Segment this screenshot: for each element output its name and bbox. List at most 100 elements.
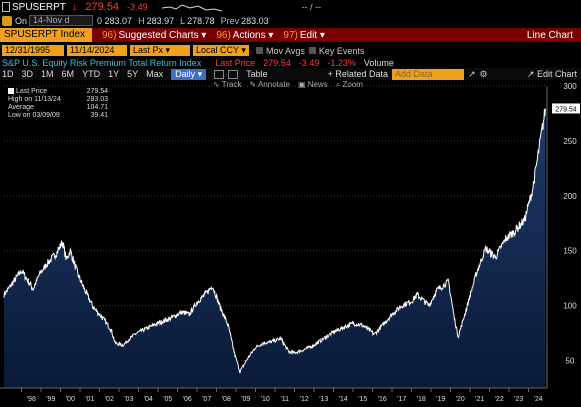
y-tick-label: 150 (563, 247, 577, 256)
period-3d[interactable]: 3D (22, 69, 34, 79)
line-style-icon[interactable] (214, 69, 225, 79)
field-select[interactable]: Last Px ▾ (130, 45, 190, 56)
price-chart[interactable]: 50100150200250300 '98'99'00'01'02'03'04 '… (0, 80, 581, 407)
currency-select[interactable]: Local CCY ▾ (193, 45, 249, 56)
edit-button[interactable]: 97) Edit ▾ (283, 30, 325, 41)
y-tick-label: 50 (566, 357, 575, 366)
on-label: On (15, 15, 28, 26)
mov-avgs-label: Mov Avgs (266, 45, 305, 56)
x-tick-label: '11 (280, 396, 289, 403)
legend-last-value: 279.54 (86, 88, 108, 95)
legend-last-label: Last Price (16, 88, 48, 95)
x-tick-label: '00 (66, 396, 75, 403)
frequency-select[interactable]: Daily ▾ (171, 68, 207, 80)
start-date-field[interactable]: 12/31/1995 (2, 45, 64, 56)
prev-value: 283.03 (241, 15, 269, 26)
end-date-field[interactable]: 11/14/2024 (67, 45, 127, 56)
volume-label[interactable]: Volume (364, 58, 394, 68)
low-value: 278.78 (187, 15, 215, 26)
news-tool[interactable]: ▣ News (298, 80, 328, 90)
legend-high-value: 283.03 (86, 96, 108, 103)
x-tick-label: '99 (46, 396, 55, 403)
period-1y[interactable]: 1Y (108, 69, 119, 79)
security-field[interactable]: SPUSERPT Index (0, 28, 92, 42)
bloomberg-icon (2, 15, 12, 26)
actions-button[interactable]: 96) Actions ▾ (216, 30, 273, 41)
x-tick-label: '06 (183, 396, 192, 403)
x-tick-label: '05 (163, 396, 172, 403)
y-tick-label: 200 (563, 192, 577, 201)
period-toolbar: 1D 3D 1M 6M YTD 1Y 5Y Max Daily ▾ Table … (0, 68, 581, 80)
pointer-icon[interactable]: ↗ (468, 69, 476, 80)
bar-style-icon[interactable] (228, 69, 239, 79)
table-button[interactable]: Table (246, 69, 268, 79)
suggested-charts-button[interactable]: 96) Suggested Charts ▾ (102, 30, 206, 41)
series-pct-change: -1.23% (327, 58, 356, 68)
function-bar: SPUSERPT Index 96) Suggested Charts ▾ 96)… (0, 28, 581, 42)
track-tool[interactable]: ∿ Track (213, 80, 241, 90)
period-max[interactable]: Max (146, 69, 163, 79)
legend-low-label: Low on 03/09/09 (8, 112, 60, 119)
period-ytd[interactable]: YTD (82, 69, 100, 79)
last-price: 279.54 (85, 1, 120, 13)
related-data-button[interactable]: + Related Data (328, 69, 388, 79)
x-tick-label: '20 (456, 396, 465, 403)
x-tick-label: '16 (378, 396, 387, 403)
x-tick-label: '13 (319, 396, 328, 403)
range-row: 12/31/1995 11/14/2024 Last Px ▾ Local CC… (0, 44, 581, 57)
period-1m[interactable]: 1M (41, 69, 54, 79)
legend-low-value: 39.41 (90, 112, 108, 119)
ticker-box-icon (2, 2, 10, 12)
y-tick-label: 100 (563, 302, 577, 311)
period-6m[interactable]: 6M (62, 69, 75, 79)
legend-avg-label: Average (8, 104, 34, 111)
price-area (4, 108, 546, 388)
period-1d[interactable]: 1D (2, 69, 14, 79)
series-change: -3.49 (298, 58, 320, 68)
quote-date-field[interactable]: 14-Nov d (29, 15, 94, 26)
legend-avg-value: 104.71 (86, 104, 108, 111)
x-axis: '98 '99 '00 '01 '02 '03 '04 '05 '06 '07 '08 '09 '10 '… (0, 387, 547, 403)
x-tick-label: '03 (124, 396, 133, 403)
current-price-text: 279.54 (555, 106, 577, 113)
x-tick-label: '12 (300, 396, 309, 403)
high-value: 283.97 (146, 15, 175, 26)
ticker-header: SPUSERPT ↓ 279.54 -3.49 -- / -- (0, 0, 581, 14)
current-price-label: 279.54 (552, 103, 580, 114)
x-tick-label: '22 (495, 396, 504, 403)
prev-label: Prev (220, 15, 240, 26)
add-data-input[interactable]: Add Data (391, 68, 464, 80)
x-tick-label: '21 (475, 396, 484, 403)
low-label: L (180, 15, 186, 26)
settings-icon[interactable]: ⚙ (480, 69, 488, 80)
key-events-label: Key Events (318, 45, 365, 56)
x-tick-label: '04 (144, 396, 153, 403)
y-axis: 50 100 150 200 250 300 (546, 82, 577, 388)
bid-ask: -- / -- (301, 2, 322, 12)
annotate-tool[interactable]: ✎ Annotate (249, 80, 290, 90)
legend-swatch (8, 88, 14, 95)
zoom-tool[interactable]: ⌕ Zoom (336, 80, 363, 90)
x-tick-label: '18 (417, 396, 426, 403)
edit-chart-button[interactable]: ↗ Edit Chart (527, 69, 577, 80)
series-name: S&P U.S. Equity Risk Premium Total Retur… (2, 58, 202, 68)
x-tick-label: '17 (397, 396, 406, 403)
mov-avgs-checkbox[interactable] (256, 47, 263, 54)
series-last-price-label: Last Price (215, 58, 256, 68)
x-tick-label: '15 (358, 396, 367, 403)
high-label: H (138, 15, 145, 26)
x-tick-label: '09 (241, 396, 250, 403)
period-5y[interactable]: 5Y (127, 69, 138, 79)
x-tick-label: '24 (534, 396, 543, 403)
x-tick-label: '23 (514, 396, 523, 403)
quote-row: On 14-Nov d 0 283.07 H 283.97 L 278.78 P… (0, 14, 581, 27)
key-events-checkbox[interactable] (308, 47, 316, 54)
x-tick-label: '07 (202, 396, 211, 403)
ticker-symbol[interactable]: SPUSERPT (12, 2, 66, 13)
chart-type-label: Line Chart (526, 29, 573, 41)
x-tick-label: '19 (436, 396, 445, 403)
x-tick-label: '02 (105, 396, 114, 403)
x-tick-label: '10 (261, 396, 270, 403)
x-tick-label: '08 (222, 396, 231, 403)
chart-legend: Last Price 279.54 High on 11/13/24 283.03 … (8, 88, 108, 120)
